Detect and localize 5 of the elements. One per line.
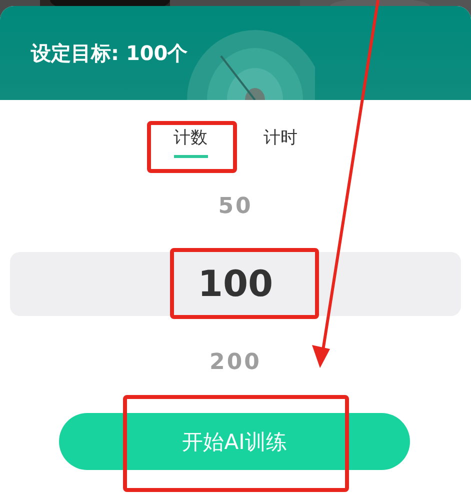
selected-value-band[interactable]: 100 [10,252,461,316]
dialog-title: 设定目标: 100个 [31,40,188,66]
mode-tab[interactable]: 计数 [174,120,208,158]
selected-value: 100 [198,264,274,304]
mode-tab[interactable]: 计时 [264,120,298,158]
